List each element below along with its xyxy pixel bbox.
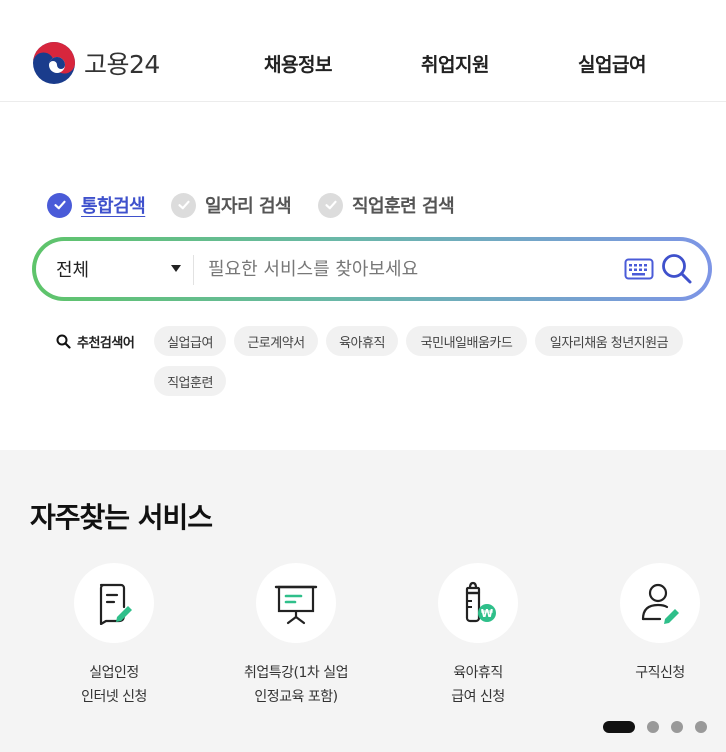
nav-employment-support[interactable]: 취업지원 xyxy=(421,50,489,77)
search-box-inner: 전체 xyxy=(36,241,708,297)
keyword-chip[interactable]: 육아휴직 xyxy=(326,326,398,356)
user-edit-icon xyxy=(641,583,679,624)
svg-text:₩: ₩ xyxy=(481,607,493,620)
check-icon xyxy=(171,192,196,218)
keyword-chip[interactable]: 실업급여 xyxy=(154,326,226,356)
service-icon-circle xyxy=(620,563,700,643)
tab-training-search[interactable]: 직업훈련 검색 xyxy=(318,192,455,218)
keyword-chip[interactable]: 직업훈련 xyxy=(154,366,226,396)
presentation-board-icon xyxy=(274,585,318,625)
pager-dot[interactable] xyxy=(695,721,707,733)
pager-dot[interactable] xyxy=(671,721,683,733)
document-edit-icon xyxy=(99,583,132,625)
service-label: 육아휴직 급여 신청 xyxy=(418,661,538,709)
service-label-line1: 구직신청 xyxy=(635,665,685,681)
service-label: 실업인정 인터넷 신청 xyxy=(54,661,174,709)
virtual-keyboard-icon[interactable] xyxy=(624,258,654,280)
tab-label: 통합검색 xyxy=(81,196,146,217)
frequent-services-section: 자주찾는 서비스 실업인정 인터넷 신청 취업특강(1차 실업 인정교육 포함)… xyxy=(0,450,726,752)
keyword-chip[interactable]: 근로계약서 xyxy=(234,326,318,356)
service-icon-circle xyxy=(256,563,336,643)
service-job-application[interactable]: 구직신청 xyxy=(600,563,720,685)
logo[interactable]: 고용24 xyxy=(32,41,160,85)
nav-unemployment-benefits[interactable]: 실업급여 xyxy=(578,50,646,77)
service-label-line2: 인정교육 포함) xyxy=(254,689,338,705)
service-label-line2: 인터넷 신청 xyxy=(81,689,147,705)
category-selected-value: 전체 xyxy=(56,260,90,281)
category-select[interactable]: 전체 xyxy=(56,241,181,297)
tab-job-search[interactable]: 일자리 검색 xyxy=(171,192,292,218)
service-label-line2: 급여 신청 xyxy=(451,689,505,705)
recommended-keywords-label: 추천검색어 xyxy=(56,332,135,351)
service-unemployment-recognition[interactable]: 실업인정 인터넷 신청 xyxy=(54,563,174,709)
keyword-chip[interactable]: 일자리채움 청년지원금 xyxy=(535,326,683,356)
logo-text: 고용24 xyxy=(84,50,160,79)
caret-down-icon xyxy=(171,265,181,272)
pager-dot-active[interactable] xyxy=(603,721,635,733)
search-input[interactable] xyxy=(208,251,608,287)
search-box: 전체 xyxy=(32,237,712,301)
service-employment-lecture[interactable]: 취업특강(1차 실업 인정교육 포함) xyxy=(236,563,356,709)
divider xyxy=(193,255,194,285)
service-icon-circle xyxy=(74,563,154,643)
service-label-line1: 실업인정 xyxy=(89,665,139,681)
tab-label: 일자리 검색 xyxy=(205,196,292,217)
pager-dot[interactable] xyxy=(647,721,659,733)
section-title: 자주찾는 서비스 xyxy=(30,501,213,534)
service-label-line1: 육아휴직 xyxy=(453,665,503,681)
nav-jobs[interactable]: 채용정보 xyxy=(264,50,332,77)
search-icon xyxy=(56,334,71,349)
service-label: 취업특강(1차 실업 인정교육 포함) xyxy=(236,661,356,709)
service-label: 구직신청 xyxy=(600,661,720,685)
tab-integrated-search[interactable]: 통합검색 xyxy=(47,192,146,218)
service-label-line1: 취업특강(1차 실업 xyxy=(244,665,348,681)
tab-label: 직업훈련 검색 xyxy=(352,196,455,217)
recommended-label-text: 추천검색어 xyxy=(77,336,135,351)
site-header: 고용24 채용정보 취업지원 실업급여 xyxy=(0,0,726,102)
service-icon-circle: ₩ xyxy=(438,563,518,643)
check-icon xyxy=(318,192,343,218)
check-icon xyxy=(47,192,72,218)
baby-bottle-icon: ₩ xyxy=(465,581,496,623)
keyword-chip[interactable]: 국민내일배움카드 xyxy=(406,326,527,356)
taegeuk-logo-icon xyxy=(33,42,75,84)
service-parental-leave[interactable]: ₩ 육아휴직 급여 신청 xyxy=(418,563,538,709)
search-icon[interactable] xyxy=(660,252,694,286)
